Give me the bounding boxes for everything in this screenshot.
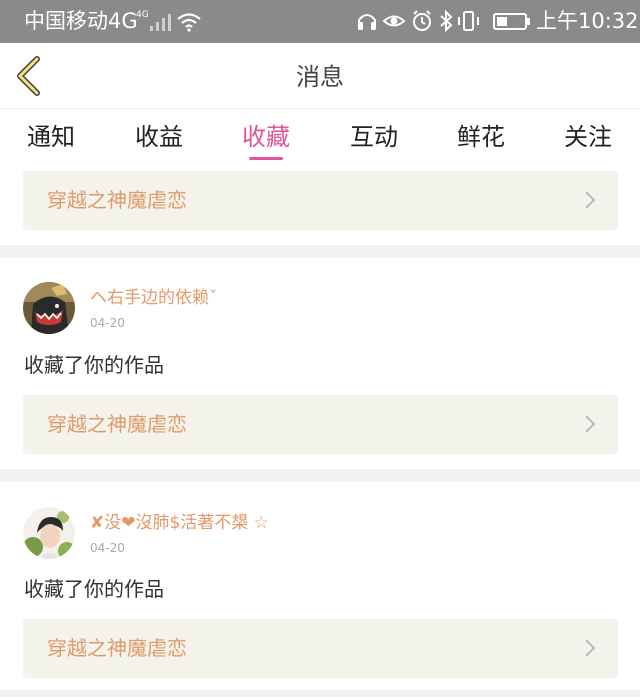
tab-notifications[interactable]: 通知: [11, 120, 91, 154]
username[interactable]: ヘ右手边的依赖ˇ: [90, 287, 218, 309]
vibrate-icon: [458, 11, 479, 31]
clock-label: 上午10:32: [536, 9, 639, 33]
headphones-icon: [358, 14, 376, 30]
work-title: 穿越之神魔虐恋: [47, 412, 187, 436]
signal-bars-icon: [150, 14, 171, 31]
action-text: 收藏了你的作品: [24, 353, 164, 377]
work-link-card[interactable]: 穿越之神魔虐恋: [23, 395, 618, 454]
user-avatar-image: [23, 507, 75, 559]
chevron-right-icon: [585, 639, 596, 657]
network-type-label: 4G: [136, 10, 149, 20]
app-header: 消息: [0, 43, 640, 109]
chevron-right-icon: [585, 191, 596, 209]
status-bar: 中国移动4G 4G 上午10:32: [0, 0, 640, 43]
tab-following[interactable]: 关注: [548, 120, 628, 154]
alarm-clock-icon: [413, 10, 431, 31]
avatar[interactable]: [23, 282, 75, 334]
chevron-right-icon: [585, 415, 596, 433]
section-divider: [0, 469, 640, 482]
work-title: 穿越之神魔虐恋: [47, 188, 187, 212]
tab-earnings[interactable]: 收益: [119, 120, 199, 154]
tab-flowers[interactable]: 鲜花: [441, 120, 521, 154]
status-icons: [358, 9, 530, 33]
action-text: 收藏了你的作品: [24, 577, 164, 601]
active-tab-indicator: [249, 157, 283, 160]
eye-icon: [382, 15, 406, 27]
tab-favorites[interactable]: 收藏: [226, 120, 306, 154]
username[interactable]: ✘没❤沒肺$活著不槼 ☆: [90, 512, 269, 534]
work-title: 穿越之神魔虐恋: [47, 636, 187, 660]
date-label: 04-20: [90, 316, 125, 330]
avatar[interactable]: [23, 507, 75, 559]
carrier-label: 中国移动4G: [24, 9, 138, 33]
tab-bar: 通知 收益 收藏 互动 鲜花 关注: [0, 110, 640, 165]
section-divider: [0, 690, 640, 697]
work-link-card[interactable]: 穿越之神魔虐恋: [23, 619, 618, 678]
bluetooth-icon: [440, 9, 453, 33]
battery-icon: [493, 13, 530, 30]
page-title: 消息: [296, 63, 344, 91]
date-label: 04-20: [90, 541, 125, 555]
section-divider: [0, 245, 640, 258]
tab-interactions[interactable]: 互动: [334, 120, 414, 154]
wifi-icon: [177, 13, 201, 32]
user-avatar-image: [23, 282, 75, 334]
work-link-card[interactable]: 穿越之神魔虐恋: [23, 171, 618, 230]
